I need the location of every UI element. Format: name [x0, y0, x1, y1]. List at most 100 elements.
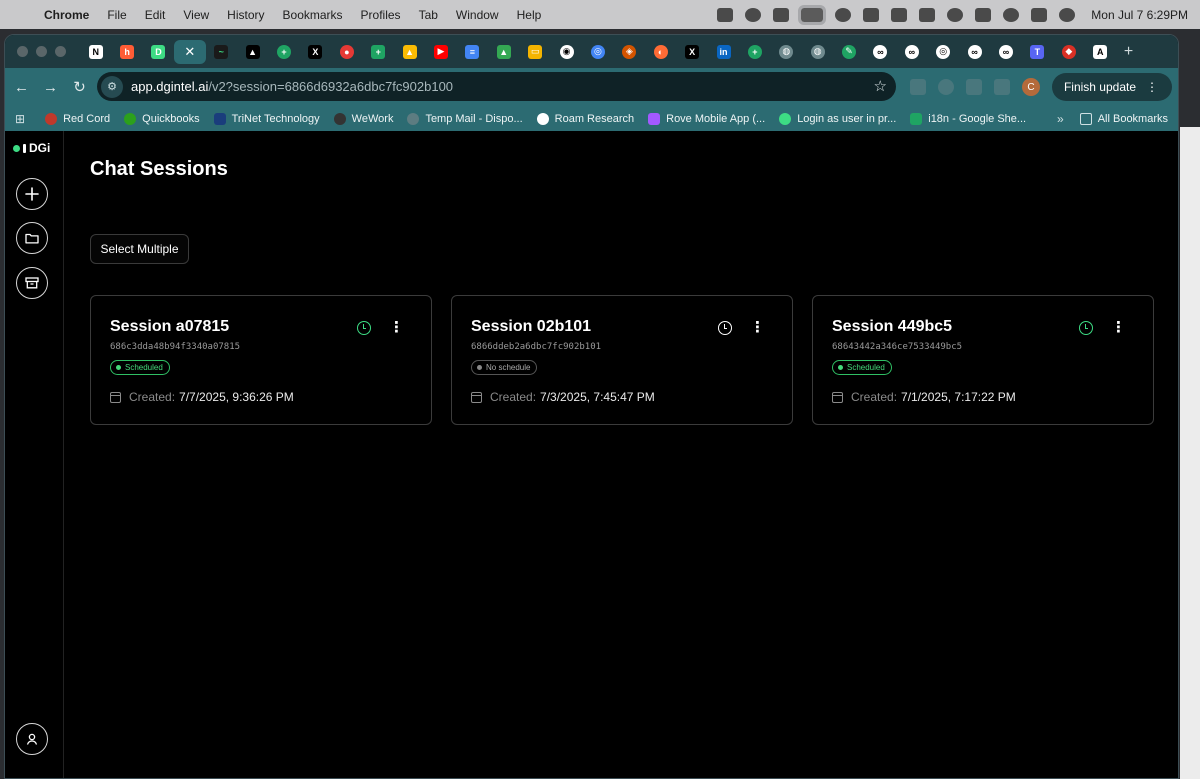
select-multiple-button[interactable]: Select Multiple: [90, 234, 189, 264]
tab[interactable]: ●: [331, 40, 362, 64]
menu-history[interactable]: History: [227, 8, 264, 22]
tab[interactable]: ∞: [865, 40, 896, 64]
url-text[interactable]: app.dgintel.ai/v2?session=6866d6932a6dbc…: [131, 79, 453, 94]
tab[interactable]: ◎: [928, 40, 959, 64]
time-machine-icon[interactable]: [947, 7, 964, 22]
tab-active[interactable]: ✕: [174, 39, 206, 64]
tab[interactable]: ≡: [457, 40, 488, 64]
all-bookmarks-button[interactable]: All Bookmarks: [1079, 112, 1168, 125]
bookmark-item[interactable]: Rove Mobile App (...: [648, 112, 765, 125]
tab[interactable]: ∞: [896, 40, 927, 64]
tab[interactable]: ✎: [833, 40, 864, 64]
session-card[interactable]: Session 02b101 ⋮ 6866ddeb2a6dbc7fc902b10…: [451, 295, 793, 425]
calendar-icon[interactable]: [773, 7, 790, 22]
tab[interactable]: h: [111, 40, 142, 64]
apps-grid-icon[interactable]: ⊞: [15, 112, 25, 126]
bookmark-star-icon[interactable]: ☆: [874, 77, 887, 95]
siri-icon[interactable]: [1059, 7, 1076, 22]
menu-view[interactable]: View: [183, 8, 209, 22]
more-options-icon[interactable]: ⋮: [750, 320, 765, 335]
bookmark-item[interactable]: WeWork: [333, 112, 393, 125]
new-tab-button[interactable]: +: [1124, 43, 1133, 61]
archive-button[interactable]: [16, 267, 48, 299]
menu-tab[interactable]: Tab: [419, 8, 438, 22]
battery-icon[interactable]: [891, 7, 908, 22]
tab[interactable]: ∞: [990, 40, 1021, 64]
spotlight-search-icon[interactable]: [1003, 7, 1020, 22]
bookmark-item[interactable]: TriNet Technology: [213, 112, 320, 125]
bookmark-item[interactable]: i18n - Google She...: [910, 112, 1026, 125]
text-input-icon[interactable]: [863, 7, 880, 22]
bookmark-item[interactable]: Quickbooks: [124, 112, 200, 125]
tab[interactable]: ▭: [519, 40, 550, 64]
tab[interactable]: +: [739, 40, 770, 64]
menu-profiles[interactable]: Profiles: [361, 8, 401, 22]
sessions-folder-button[interactable]: [16, 222, 48, 254]
site-settings-icon[interactable]: ⚙: [101, 75, 123, 98]
tab[interactable]: N: [80, 40, 111, 64]
tab[interactable]: ◐: [645, 40, 676, 64]
menu-window[interactable]: Window: [456, 8, 499, 22]
finish-update-button[interactable]: Finish update ⋮: [1051, 73, 1172, 101]
bookmark-item[interactable]: Roam Research: [536, 112, 634, 125]
tab[interactable]: X: [300, 40, 331, 64]
reload-icon[interactable]: ↻: [65, 78, 94, 96]
tab[interactable]: A: [1085, 40, 1116, 64]
tab[interactable]: ◎: [582, 40, 613, 64]
schedule-clock-icon[interactable]: [718, 321, 732, 335]
chevron-double-right-icon[interactable]: »: [1057, 112, 1064, 126]
tab[interactable]: ▶: [425, 40, 456, 64]
session-card[interactable]: Session 449bc5 ⋮ 68643442a346ce7533449bc…: [812, 295, 1154, 425]
tab[interactable]: ◆: [1053, 40, 1084, 64]
new-chat-button[interactable]: [16, 178, 48, 210]
more-options-icon[interactable]: ⋮: [389, 320, 404, 335]
users-icon[interactable]: [975, 7, 992, 22]
password-icon[interactable]: [745, 7, 762, 22]
tab[interactable]: ◉: [551, 40, 582, 64]
schedule-clock-icon[interactable]: [357, 321, 371, 335]
tab[interactable]: ▲: [394, 40, 425, 64]
session-card[interactable]: Session a07815 ⋮ 686c3dda48b94f3340a0781…: [90, 295, 432, 425]
tab[interactable]: ◍: [802, 40, 833, 64]
wifi-icon[interactable]: [919, 7, 936, 22]
forward-icon[interactable]: →: [36, 79, 65, 96]
minimize-window-button[interactable]: [36, 46, 47, 57]
menu-help[interactable]: Help: [517, 8, 542, 22]
tab[interactable]: ∞: [959, 40, 990, 64]
schedule-clock-icon[interactable]: [1079, 321, 1093, 335]
back-icon[interactable]: ←: [7, 79, 36, 96]
menubar-clock[interactable]: Mon Jul 7 6:29PM: [1091, 8, 1188, 22]
extensions-puzzle-icon[interactable]: [965, 79, 982, 95]
tab[interactable]: D: [143, 40, 174, 64]
zoom-window-button[interactable]: [55, 46, 66, 57]
bookmark-item[interactable]: Red Cord: [45, 112, 110, 125]
bookmark-item[interactable]: Temp Mail - Dispo...: [407, 112, 523, 125]
reading-mode-icon[interactable]: [993, 79, 1010, 95]
password-extension-icon[interactable]: [937, 79, 954, 95]
more-options-icon[interactable]: ⋮: [1111, 320, 1126, 335]
tab[interactable]: in: [708, 40, 739, 64]
menu-edit[interactable]: Edit: [145, 8, 166, 22]
play-icon[interactable]: [835, 7, 852, 22]
close-window-button[interactable]: [17, 46, 28, 57]
menu-app-name[interactable]: Chrome: [44, 8, 89, 22]
address-bar[interactable]: ⚙ app.dgintel.ai/v2?session=6866d6932a6d…: [97, 72, 896, 101]
tab[interactable]: ◈: [614, 40, 645, 64]
close-tab-icon[interactable]: ✕: [183, 44, 197, 59]
tab[interactable]: ▲: [488, 40, 519, 64]
menu-file[interactable]: File: [107, 8, 126, 22]
control-center-icon[interactable]: [1031, 7, 1048, 22]
stack-icon[interactable]: [717, 7, 734, 22]
menu-bookmarks[interactable]: Bookmarks: [283, 8, 343, 22]
notion-extension-icon[interactable]: [909, 79, 926, 95]
tab[interactable]: +: [268, 40, 299, 64]
bookmark-item[interactable]: Login as user in pr...: [779, 112, 896, 125]
tab[interactable]: ~: [206, 40, 237, 64]
tab[interactable]: +: [363, 40, 394, 64]
tab[interactable]: X: [676, 40, 707, 64]
tab[interactable]: ◍: [771, 40, 802, 64]
screen-mirroring-icon[interactable]: [798, 4, 827, 25]
user-profile-button[interactable]: [16, 723, 48, 755]
profile-avatar[interactable]: C: [1021, 78, 1040, 96]
tab[interactable]: ▲: [237, 40, 268, 64]
